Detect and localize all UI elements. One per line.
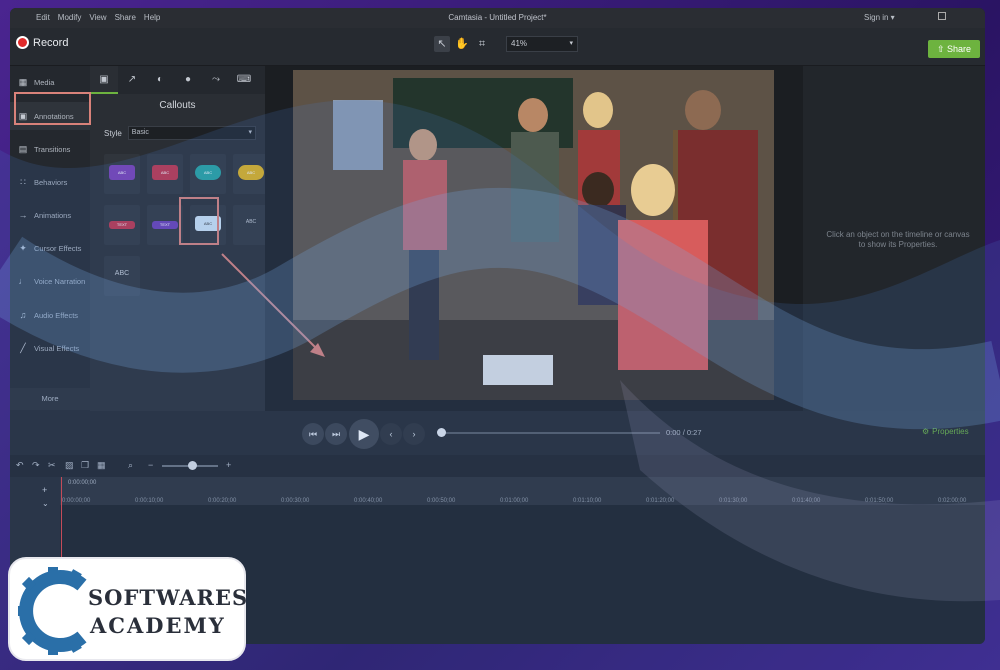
softwares-academy-logo: SOFTWARES ACADEMY [8,557,249,661]
logo-line-1: SOFTWARES [88,585,249,610]
logo-line-2: ACADEMY [90,613,226,638]
gear-c-icon [18,567,87,655]
